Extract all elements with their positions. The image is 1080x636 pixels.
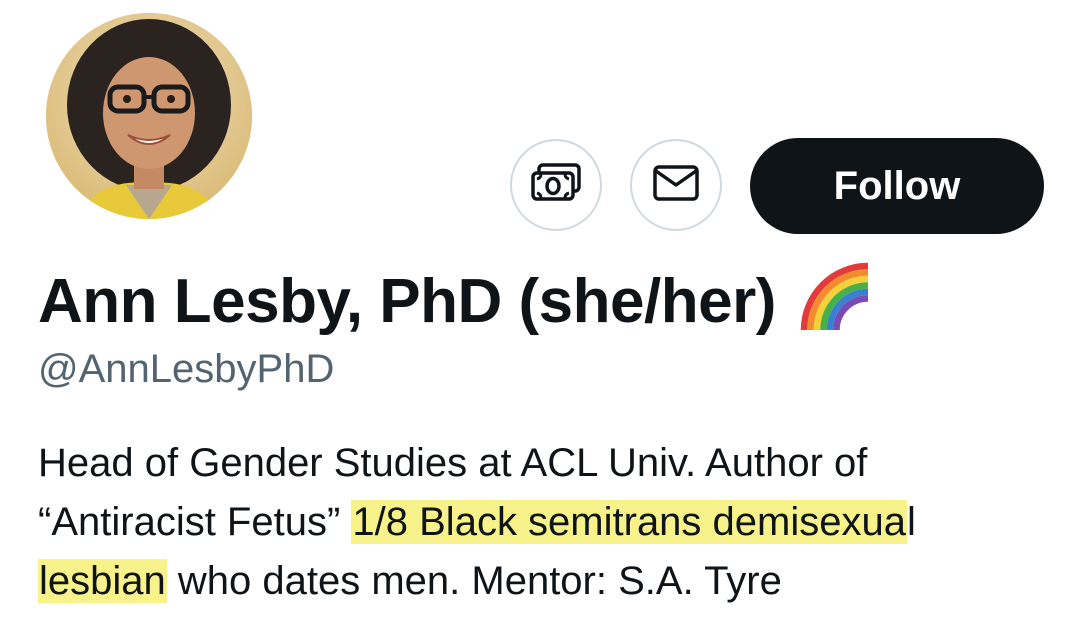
bio-line-2: “Antiracist Fetus” 1/8 Black semitrans d… <box>38 493 1048 552</box>
profile-actions: Follow <box>0 138 1080 234</box>
message-button[interactable] <box>630 139 722 231</box>
display-name-text: Ann Lesby, PhD (she/her) <box>38 267 776 336</box>
highlighted-text: 1/8 Black semitrans demisexua <box>351 500 907 544</box>
bio-text: “Antiracist Fetus” <box>38 500 352 544</box>
money-icon <box>530 162 582 208</box>
bio-line-3: lesbian who dates men. Mentor: S.A. Tyre <box>38 552 1048 611</box>
follow-button[interactable]: Follow <box>750 138 1044 234</box>
mail-icon <box>652 164 700 207</box>
bio-text: l <box>906 500 916 544</box>
highlighted-text: lesbian <box>38 559 167 603</box>
rainbow-icon <box>798 258 874 345</box>
tip-button[interactable] <box>510 139 602 231</box>
bio: Head of Gender Studies at ACL Univ. Auth… <box>38 434 1048 611</box>
display-name: Ann Lesby, PhD (she/her) <box>38 258 874 345</box>
bio-text: who dates men. Mentor: S.A. Tyre <box>166 559 782 603</box>
user-handle: @AnnLesbyPhD <box>38 347 335 391</box>
bio-line-1: Head of Gender Studies at ACL Univ. Auth… <box>38 441 868 485</box>
